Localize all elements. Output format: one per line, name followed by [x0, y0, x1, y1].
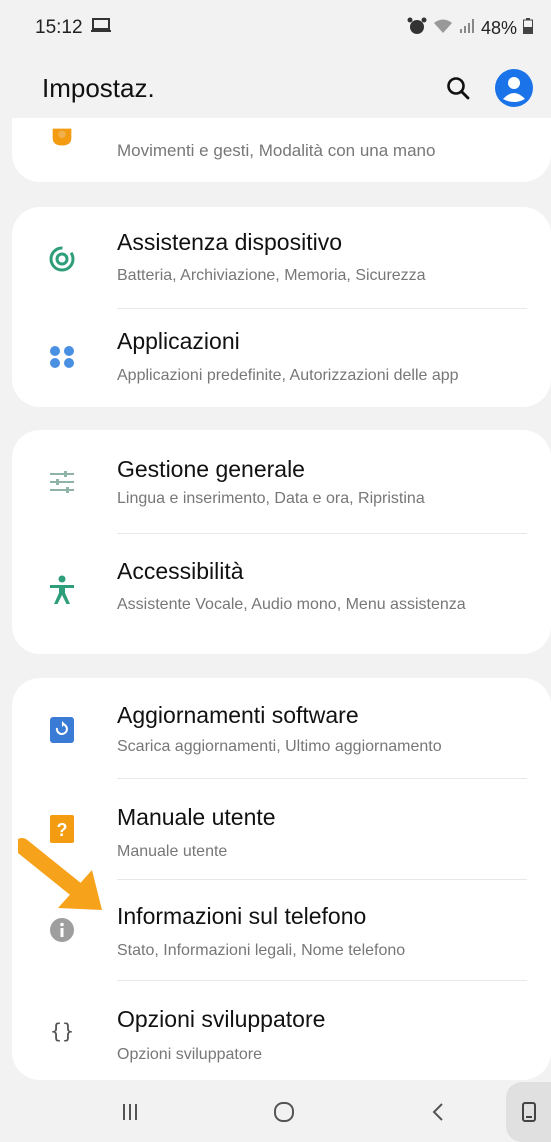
info-icon: [48, 916, 76, 944]
device-care-item[interactable]: Assistenza dispositivo Batteria, Archivi…: [12, 207, 551, 307]
status-time: 15:12: [35, 17, 83, 38]
back-icon: [432, 1103, 443, 1121]
apps-title: Applicazioni: [117, 328, 240, 354]
signal-icon: [459, 18, 475, 39]
recents-button[interactable]: [100, 1082, 160, 1142]
sliders-icon: [48, 468, 76, 496]
device-care-title: Assistenza dispositivo: [117, 229, 342, 255]
general-management-subtitle: Lingua e inserimento, Data e ora, Ripris…: [117, 490, 425, 507]
device-care-icon: [48, 245, 76, 273]
home-icon: [274, 1102, 294, 1122]
screen-cast-icon: [90, 17, 111, 39]
advanced-features-item[interactable]: Movimenti e gesti, Modalità con una mano: [12, 118, 551, 182]
software-update-item[interactable]: Aggiornamenti software Scarica aggiornam…: [12, 678, 551, 778]
general-management-item[interactable]: Gestione generale Lingua e inserimento, …: [12, 430, 551, 532]
svg-text:{}: {}: [50, 1019, 74, 1043]
software-update-icon: [48, 716, 76, 744]
home-button[interactable]: [254, 1082, 314, 1142]
puzzle-icon: [48, 124, 76, 152]
account-icon: [495, 69, 533, 107]
nav-bar: [0, 1082, 551, 1142]
annotation-arrow: [14, 836, 108, 916]
developer-options-item[interactable]: {} Opzioni sviluppatore Opzioni sviluppa…: [12, 981, 551, 1080]
general-management-title: Gestione generale: [117, 456, 305, 482]
settings-card-device: Assistenza dispositivo Batteria, Archivi…: [12, 207, 551, 407]
search-button[interactable]: [445, 75, 471, 101]
rotate-icon: [521, 1102, 536, 1122]
advanced-features-subtitle: Movimenti e gesti, Modalità con una mano: [117, 141, 436, 160]
status-left: 15:12: [35, 17, 111, 39]
battery-icon: [523, 17, 533, 39]
rotate-button[interactable]: [506, 1082, 551, 1142]
braces-icon: {}: [48, 1017, 76, 1045]
developer-options-subtitle: Opzioni sviluppatore: [117, 1046, 262, 1063]
alarm-icon: [407, 17, 427, 40]
battery-percent: 48%: [480, 17, 517, 38]
accessibility-item[interactable]: Accessibilità Assistente Vocale, Audio m…: [12, 534, 551, 654]
apps-grid-icon: [48, 343, 76, 371]
about-phone-title: Informazioni sul telefono: [117, 903, 367, 929]
header-actions: [445, 69, 533, 107]
accessibility-title: Accessibilità: [117, 558, 244, 584]
settings-card-advanced: Movimenti e gesti, Modalità con una mano: [12, 118, 551, 182]
back-button[interactable]: [408, 1082, 468, 1142]
software-update-subtitle: Scarica aggiornamenti, Ultimo aggiorname…: [117, 738, 442, 755]
app-header: Impostaz.: [0, 56, 551, 120]
apps-subtitle: Applicazioni predefinite, Autorizzazioni…: [117, 367, 459, 384]
user-manual-title: Manuale utente: [117, 804, 276, 830]
device-care-subtitle: Batteria, Archiviazione, Memoria, Sicure…: [117, 267, 426, 284]
developer-options-title: Opzioni sviluppatore: [117, 1006, 326, 1032]
wifi-icon: [433, 18, 453, 39]
user-manual-subtitle: Manuale utente: [117, 843, 228, 860]
account-button[interactable]: [495, 69, 533, 107]
status-right: 48%: [407, 17, 533, 40]
status-bar: 15:12 48%: [0, 0, 551, 56]
page-title: Impostaz.: [42, 72, 155, 103]
about-phone-subtitle: Stato, Informazioni legali, Nome telefon…: [117, 942, 406, 959]
accessibility-icon: [48, 575, 76, 604]
search-icon: [447, 77, 470, 100]
settings-card-general: Gestione generale Lingua e inserimento, …: [12, 430, 551, 654]
apps-item[interactable]: Applicazioni Applicazioni predefinite, A…: [12, 309, 551, 407]
recents-icon: [123, 1104, 137, 1120]
software-update-title: Aggiornamenti software: [117, 702, 359, 728]
accessibility-subtitle: Assistente Vocale, Audio mono, Menu assi…: [117, 596, 466, 613]
